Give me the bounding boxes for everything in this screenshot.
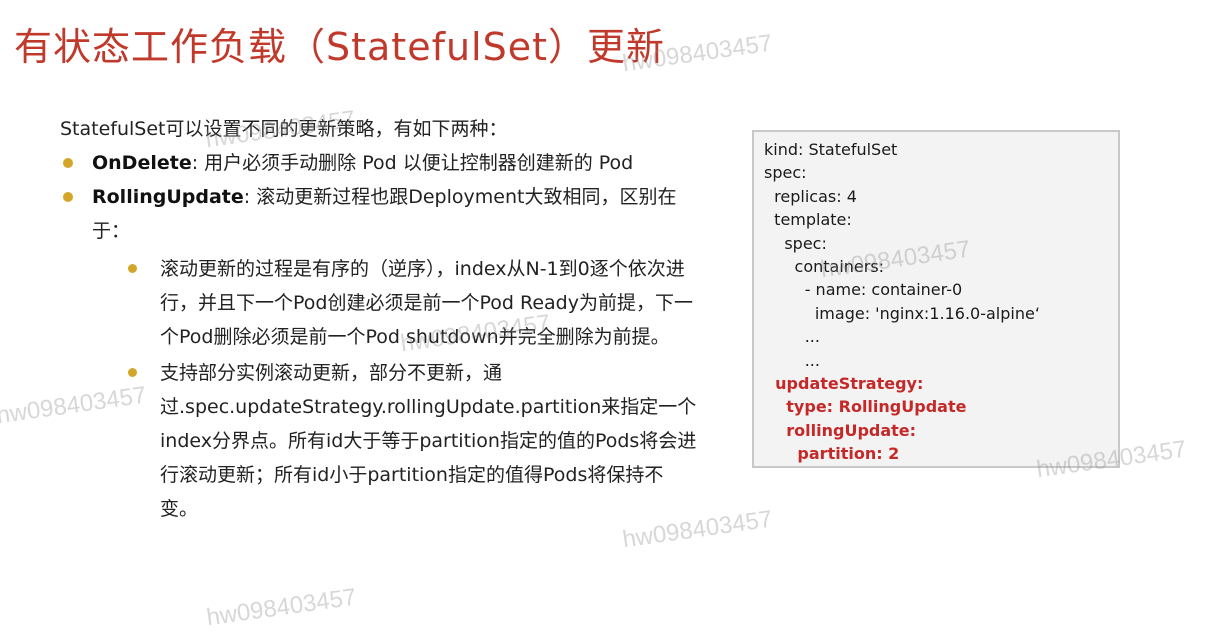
sub-bullet-ordered: 滚动更新的过程是有序的（逆序），index从N-1到0逐个依次进行，并且下一个P…: [60, 252, 700, 354]
sub-bullet-text: 支持部分实例滚动更新，部分不更新，通过.spec.updateStrategy.…: [160, 362, 697, 520]
bullet-term: RollingUpdate: [92, 186, 244, 208]
code-line: ...: [764, 350, 820, 370]
intro-text: StatefulSet可以设置不同的更新策略，有如下两种：: [60, 118, 508, 140]
code-line: rollingUpdate:: [764, 420, 917, 440]
bullet-rollingupdate: RollingUpdate: 滚动更新过程也跟Deployment大致相同，区别…: [60, 180, 700, 248]
code-line: spec:: [764, 163, 807, 183]
code-line: partition: 2: [764, 444, 900, 464]
main-content: StatefulSet可以设置不同的更新策略，有如下两种： OnDelete: …: [60, 112, 700, 526]
code-line: - name: container-0: [764, 280, 963, 300]
sub-bullet-partition: 支持部分实例滚动更新，部分不更新，通过.spec.updateStrategy.…: [60, 356, 700, 526]
code-line: image: 'nginx:1.16.0-alpine‘: [764, 303, 1040, 323]
page-title: 有状态工作负载（StatefulSet）更新: [14, 25, 666, 69]
code-line: replicas: 4: [764, 186, 857, 206]
sub-bullet-text: 滚动更新的过程是有序的（逆序），index从N-1到0逐个依次进行，并且下一个P…: [160, 258, 693, 348]
bullet-dot-icon: [63, 192, 73, 202]
code-line: spec:: [764, 233, 827, 253]
code-line: containers:: [764, 257, 885, 277]
yaml-code-box: kind: StatefulSet spec: replicas: 4 templ…: [752, 130, 1120, 468]
bullet-dot-icon: [128, 368, 137, 377]
bullet-dot-icon: [128, 264, 137, 273]
watermark: hw098403457: [204, 583, 358, 632]
code-line: updateStrategy:: [764, 374, 924, 394]
code-line: type: RollingUpdate: [764, 397, 967, 417]
bullet-ondelete: OnDelete: 用户必须手动删除 Pod 以便让控制器创建新的 Pod: [60, 146, 700, 180]
code-line: kind: StatefulSet: [764, 140, 898, 159]
code-line: ...: [764, 327, 820, 347]
bullet-text: : 用户必须手动删除 Pod 以便让控制器创建新的 Pod: [191, 152, 634, 174]
bullet-term: OnDelete: [92, 152, 192, 174]
code-line: template:: [764, 210, 852, 230]
bullet-dot-icon: [63, 158, 73, 168]
